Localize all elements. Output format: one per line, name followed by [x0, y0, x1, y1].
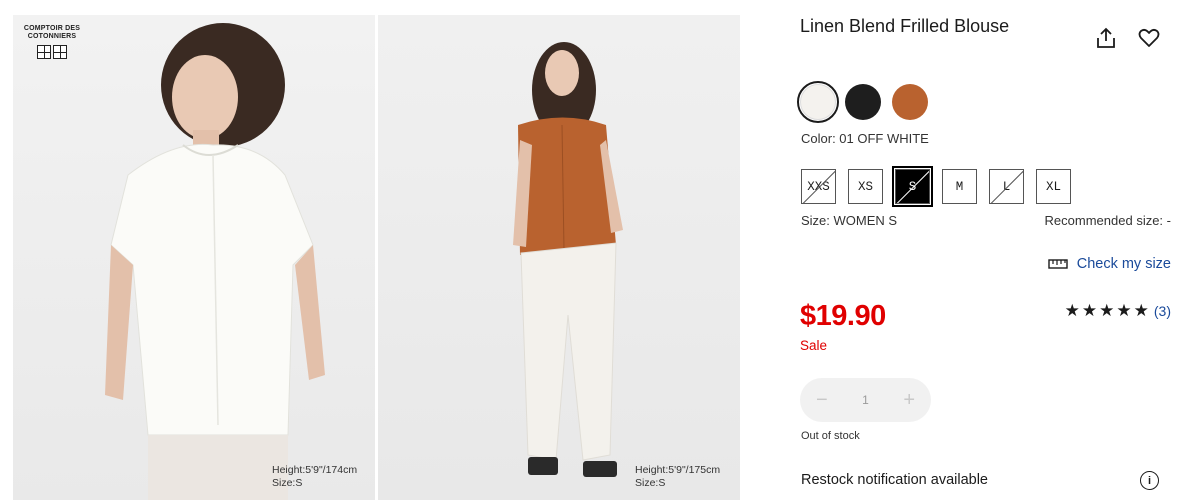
uniqlo-logo-icon — [37, 45, 51, 59]
model-height: Height:5'9"/175cm — [635, 464, 721, 476]
favorite-button[interactable] — [1137, 26, 1161, 50]
model-size: Size:S — [272, 477, 303, 489]
quantity-plus-button[interactable]: + — [903, 389, 915, 412]
size-option-xl[interactable]: XL — [1036, 169, 1071, 204]
size-option-xs[interactable]: XS — [848, 169, 883, 204]
swatch-black[interactable] — [844, 83, 882, 121]
share-icon — [1097, 27, 1115, 48]
product-photo-2[interactable]: Height:5'9"/175cm Size:S — [378, 15, 740, 500]
recommended-size: Recommended size: - — [1044, 213, 1171, 228]
swatch-color — [845, 84, 881, 120]
swatch-off-white[interactable] — [797, 81, 839, 123]
quantity-value: 1 — [862, 393, 869, 407]
uniqlo-logo-icon — [53, 45, 67, 59]
model-illustration-2 — [513, 42, 623, 477]
check-size-label: Check my size — [1076, 256, 1171, 272]
sale-label: Sale — [800, 338, 828, 353]
price: $19.90 — [800, 300, 886, 332]
model-height: Height:5'9"/174cm — [272, 464, 358, 476]
model-size: Size:S — [635, 477, 666, 489]
brand-badge: COMPTOIR DES COTONNIERS — [21, 25, 83, 59]
swatch-color — [892, 84, 928, 120]
size-option-m[interactable]: M — [942, 169, 977, 204]
ruler-icon — [1048, 259, 1068, 269]
model-caption: Height:5'9"/174cm Size:S — [272, 464, 357, 490]
quantity-stepper: − 1 + — [800, 378, 931, 422]
swatch-brown[interactable] — [891, 83, 929, 121]
restock-notification-label: Restock notification available — [801, 472, 988, 488]
product-photo-1[interactable]: COMPTOIR DES COTONNIERS Height:5'9"/174c… — [13, 15, 375, 500]
size-option-l[interactable]: L — [989, 169, 1024, 204]
color-swatches — [797, 81, 929, 123]
check-my-size-link[interactable]: Check my size — [1048, 256, 1171, 272]
rating-count[interactable]: (3) — [1154, 303, 1171, 319]
info-icon[interactable]: i — [1140, 471, 1159, 490]
rating[interactable]: ★★★★★ (3) — [1065, 301, 1171, 321]
size-label: Size: WOMEN S — [801, 213, 898, 228]
heart-icon — [1138, 28, 1160, 47]
swatch-color — [800, 84, 836, 120]
size-option-s[interactable]: S — [892, 166, 933, 207]
size-option-xxs[interactable]: XXS — [801, 169, 836, 204]
color-label: Color: 01 OFF WHITE — [801, 131, 929, 146]
quantity-minus-button[interactable]: − — [816, 389, 828, 412]
brand-name-line1: COMPTOIR DES — [23, 25, 81, 32]
stock-status: Out of stock — [801, 430, 860, 442]
brand-logos — [21, 45, 83, 59]
size-selector: XXS XS S M L XL — [801, 166, 1071, 207]
share-button[interactable] — [1094, 26, 1118, 50]
model-illustration-1 — [105, 23, 325, 500]
rating-stars: ★★★★★ — [1064, 301, 1151, 320]
product-title: Linen Blend Frilled Blouse — [800, 16, 1010, 36]
brand-name-line2: COTONNIERS — [27, 33, 77, 40]
product-gallery: COMPTOIR DES COTONNIERS Height:5'9"/174c… — [13, 15, 740, 500]
model-caption: Height:5'9"/175cm Size:S — [635, 464, 720, 490]
